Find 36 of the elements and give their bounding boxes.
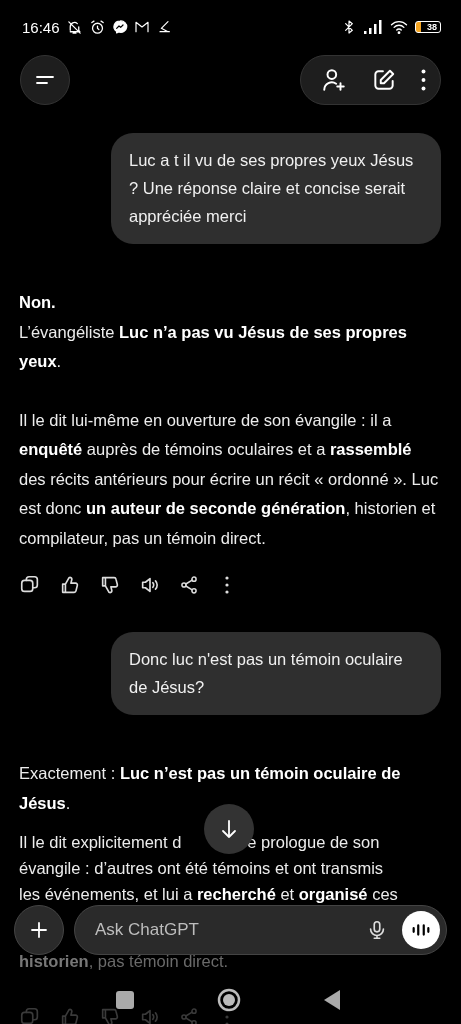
new-chat-button[interactable]: [371, 67, 397, 93]
clock-time: 16:46: [22, 18, 60, 36]
thumbs-up-icon: [59, 574, 81, 596]
back-button[interactable]: [322, 989, 342, 1011]
chat-bubble-icon: [111, 19, 128, 35]
wifi-icon: [389, 18, 409, 36]
share-button[interactable]: [179, 575, 199, 595]
share-icon: [179, 575, 199, 595]
dislike-button[interactable]: [99, 574, 121, 596]
battery-indicator: 38: [415, 21, 441, 33]
mail-icon: [133, 19, 150, 35]
edit-icon: [371, 67, 397, 93]
muted-bell-icon: [65, 18, 83, 36]
add-button[interactable]: [14, 905, 64, 955]
add-person-button[interactable]: [321, 67, 347, 93]
response-text: Exactement : Luc n’est pas un témoin oculaire de Jésus.: [19, 763, 402, 814]
alarm-icon: [88, 18, 106, 36]
signal-icon: [363, 20, 383, 34]
composer-bar[interactable]: Ask ChatGPT: [74, 905, 447, 955]
user-message: Luc a t il vu de ses propres yeux Jésus ? Une réponse claire et concise serait appréciée merci: [111, 133, 441, 244]
voice-mode-button[interactable]: [402, 911, 440, 949]
response-text: Il le dit lui-même en ouverture de son évangile : il a enquêté auprès de témoins oculaires et a rassemblé des récits antérieurs pour écrire un récit « ordonné ». Luc est donc un auteur de seconde génération, historien et compilateur, pas un témoin direct.: [19, 409, 440, 549]
user-message: Donc luc n'est pas un témoin oculaire de Jésus?: [111, 632, 441, 715]
menu-button[interactable]: [20, 55, 70, 105]
add-person-icon: [321, 67, 347, 93]
message-input[interactable]: Ask ChatGPT: [93, 919, 352, 941]
home-button[interactable]: [217, 988, 241, 1012]
share-icon: [179, 1006, 199, 1024]
copy-icon: [19, 1005, 41, 1024]
response-text: Non. L’évangéliste Luc n’a pas vu Jésus de ses propres yeux.: [19, 292, 408, 372]
thumbs-down-icon: [99, 574, 121, 596]
response-text: Il le dit explicitement d: [19, 832, 182, 853]
response-text: les événements, et lui a recherché et organisé ces: [19, 884, 398, 905]
response-text: évangile : d’autres ont été témoins et ont transmis: [19, 858, 384, 879]
scroll-down-button[interactable]: [204, 804, 254, 854]
like-button[interactable]: [59, 574, 81, 596]
